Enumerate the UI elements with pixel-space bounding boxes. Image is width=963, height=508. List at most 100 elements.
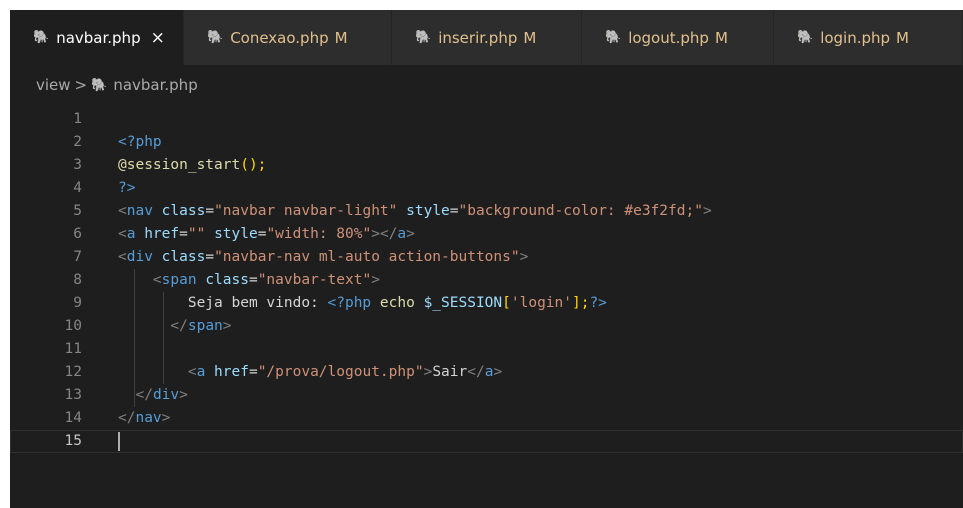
php-file-icon: 🐘	[207, 30, 224, 45]
code-line[interactable]: 2 <?php	[10, 131, 963, 154]
tab-login[interactable]: 🐘 login.php M	[774, 10, 963, 65]
php-file-icon: 🐘	[797, 30, 814, 45]
code-token: Seja bem vindo:	[118, 295, 328, 311]
code-text: Seja bem vindo: <?php echo $_SESSION['lo…	[118, 292, 607, 315]
code-line[interactable]: 15	[10, 430, 963, 453]
code-token: span	[187, 318, 223, 334]
code-token: <	[118, 249, 127, 265]
code-token: ];	[571, 295, 590, 311]
code-token: =	[205, 249, 215, 265]
code-token: <	[187, 364, 197, 380]
line-number: 6	[73, 226, 82, 242]
php-file-icon: 🐘	[33, 30, 50, 45]
code-token: Sair	[432, 364, 468, 380]
code-token: =	[248, 272, 258, 288]
code-line[interactable]: 4 ?>	[10, 177, 963, 200]
tab-logout[interactable]: 🐘 logout.php M	[582, 10, 774, 65]
code-token: @session_start	[118, 157, 241, 173]
tab-bar: 🐘 navbar.php × 🐘 Conexao.php M 🐘 inserir.php M 🐘 l…	[10, 10, 963, 65]
code-line[interactable]: 6 <a href="" style="width: 80%"></a>	[10, 223, 963, 246]
breadcrumb-folder[interactable]: view	[36, 76, 71, 94]
tab-navbar[interactable]: 🐘 navbar.php ×	[10, 10, 184, 65]
code-line[interactable]: 14 </nav>	[10, 407, 963, 430]
line-number: 7	[73, 249, 82, 265]
code-token: nav	[126, 203, 153, 219]
code-line[interactable]: 8 <span class="navbar-text">	[10, 269, 963, 292]
code-token: >	[371, 272, 380, 288]
line-number: 13	[64, 387, 82, 403]
code-text: <a href="/prova/logout.php">Sair</a>	[118, 361, 502, 384]
indent-guide	[163, 292, 164, 384]
code-token: ?>	[589, 295, 607, 311]
php-file-icon: 🐘	[415, 30, 432, 45]
tab-label: inserir.php	[438, 28, 518, 47]
code-token: div	[152, 387, 180, 403]
code-token: </	[467, 364, 485, 380]
code-token: <	[118, 203, 127, 219]
modified-indicator: M	[896, 28, 909, 47]
tab-conexao[interactable]: 🐘 Conexao.php M	[184, 10, 392, 65]
line-number: 15	[64, 433, 82, 449]
code-line[interactable]: 11	[10, 338, 963, 361]
code-token: div	[126, 249, 153, 265]
code-token: <	[152, 272, 162, 288]
code-token: span	[161, 272, 197, 288]
code-token: >	[179, 387, 188, 403]
code-token: >	[222, 318, 232, 334]
code-line[interactable]: 13 </div>	[10, 384, 963, 407]
code-token: href	[144, 226, 180, 242]
code-token: =	[179, 226, 188, 242]
indent-guide	[134, 269, 135, 407]
code-text: </div>	[118, 384, 188, 407]
code-token: =	[449, 203, 459, 219]
code-token: style	[406, 203, 450, 219]
code-token: "/prova/logout.php"	[257, 364, 424, 380]
code-line[interactable]: 7 <div class="navbar-nav ml-auto action-b…	[10, 246, 963, 269]
close-icon[interactable]: ×	[151, 28, 165, 48]
code-line[interactable]: 12 <a href="/prova/logout.php">Sair</a>	[10, 361, 963, 384]
code-token: >	[702, 203, 712, 219]
editor-window: 🐘 navbar.php × 🐘 Conexao.php M 🐘 inserir.php M 🐘 l…	[10, 10, 963, 508]
line-number: 14	[64, 410, 82, 426]
line-number: 3	[73, 157, 82, 173]
code-line[interactable]: 3 @session_start();	[10, 154, 963, 177]
code-editor[interactable]: 1 2 <?php 3 @session_start(); 4 ?> 5 <nav class=…	[10, 105, 963, 508]
code-line[interactable]: 9 Seja bem vindo: <?php echo $_SESSION['…	[10, 292, 963, 315]
code-token: href	[214, 364, 249, 380]
breadcrumb-file[interactable]: navbar.php	[113, 76, 197, 94]
code-token: =	[205, 203, 215, 219]
code-token: ();	[240, 157, 267, 173]
tab-label: navbar.php	[56, 28, 141, 47]
line-number: 10	[64, 318, 82, 334]
code-token: <	[118, 226, 127, 242]
code-token: "width: 80%"	[266, 226, 372, 242]
code-token: =	[248, 364, 258, 380]
code-token: a	[397, 226, 407, 242]
code-line[interactable]: 10 </span>	[10, 315, 963, 338]
code-token: a	[196, 364, 206, 380]
code-token: ""	[187, 226, 206, 242]
line-number: 12	[64, 364, 82, 380]
code-text: </nav>	[118, 407, 170, 430]
code-token: ?>	[118, 180, 136, 196]
code-token: style	[214, 226, 258, 242]
code-line[interactable]: 1	[10, 108, 963, 131]
code-token: <?php	[327, 295, 372, 311]
line-number: 2	[73, 134, 82, 150]
line-number: 8	[73, 272, 82, 288]
line-number: 5	[73, 203, 82, 219]
modified-indicator: M	[334, 28, 348, 47]
tab-inserir[interactable]: 🐘 inserir.php M	[392, 10, 582, 65]
code-text: </span>	[118, 315, 232, 338]
line-number: 4	[73, 180, 82, 196]
tab-label: logout.php	[628, 28, 709, 47]
code-token: >	[493, 364, 503, 380]
code-line[interactable]: 5 <nav class="navbar navbar-light" style=…	[10, 200, 963, 223]
code-text: <span class="navbar-text">	[118, 269, 380, 292]
